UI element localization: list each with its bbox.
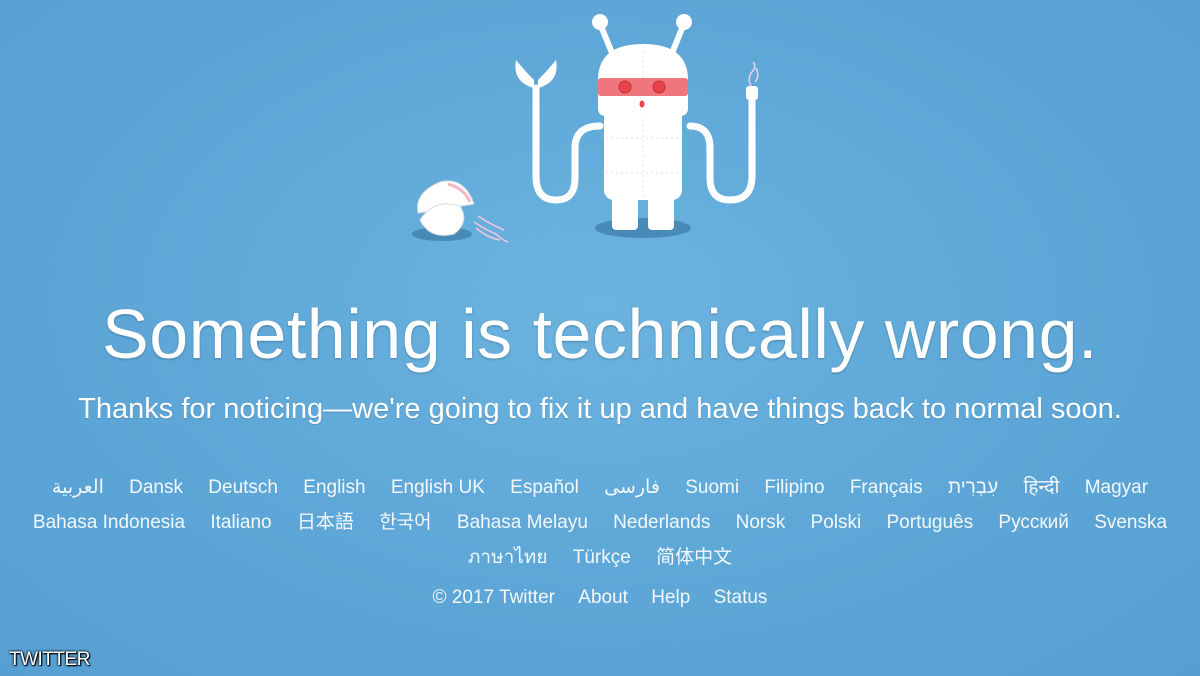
footer: © 2017 Twitter About Help Status	[0, 583, 1200, 613]
copyright: © 2017 Twitter	[432, 587, 555, 608]
language-link[interactable]: ภาษาไทย	[468, 547, 548, 568]
footer-help-link[interactable]: Help	[651, 587, 690, 608]
language-link[interactable]: Français	[850, 477, 923, 498]
language-link[interactable]: English	[303, 477, 365, 498]
language-link[interactable]: فارسی	[604, 477, 660, 498]
footer-about-link[interactable]: About	[578, 587, 628, 608]
language-link[interactable]: 简体中文	[656, 547, 732, 568]
broken-robot-illustration	[412, 14, 759, 243]
error-page: { "error": { "headline": "Something is t…	[0, 0, 1200, 676]
robot-eye-right	[652, 80, 666, 94]
robot-shadow	[595, 218, 691, 238]
language-link[interactable]: Bahasa Melayu	[457, 512, 588, 533]
language-link[interactable]: العربية	[52, 477, 104, 498]
language-link[interactable]: Deutsch	[208, 477, 278, 498]
antenna-right	[676, 14, 692, 30]
language-link[interactable]: Polski	[811, 512, 862, 533]
language-link[interactable]: Norsk	[736, 512, 786, 533]
left-arm	[532, 84, 604, 204]
left-leg	[612, 196, 638, 230]
language-link[interactable]: Русский	[998, 512, 1069, 533]
language-link[interactable]: Dansk	[129, 477, 183, 498]
language-link[interactable]: 日本語	[297, 512, 354, 533]
language-link[interactable]: English UK	[391, 477, 485, 498]
language-link[interactable]: Svenska	[1094, 512, 1167, 533]
footer-status-link[interactable]: Status	[714, 587, 768, 608]
error-subline: Thanks for noticing—we're going to fix i…	[78, 393, 1122, 425]
right-arm	[686, 96, 756, 204]
language-link[interactable]: Suomi	[685, 477, 739, 498]
robot-visor	[598, 78, 688, 96]
error-headline: Something is technically wrong.	[102, 295, 1098, 373]
language-link[interactable]: Español	[510, 477, 579, 498]
antenna-left	[592, 14, 608, 30]
language-link[interactable]: Bahasa Indonesia	[33, 512, 185, 533]
language-link[interactable]: Nederlands	[613, 512, 710, 533]
language-link[interactable]: Magyar	[1085, 477, 1148, 498]
language-link[interactable]: 한국어	[379, 512, 431, 533]
source-watermark: TWITTER	[9, 649, 90, 670]
robot-eye-left	[618, 80, 632, 94]
language-selector: العربية Dansk Deutsch English English UK…	[0, 470, 1200, 575]
claw-icon	[515, 60, 557, 88]
language-link[interactable]: Türkçe	[573, 547, 631, 568]
right-leg	[648, 196, 674, 230]
language-link[interactable]: हिन्दी	[1024, 477, 1060, 498]
language-link[interactable]: Português	[887, 512, 974, 533]
language-link[interactable]: עִבְרִית	[948, 477, 998, 498]
language-link[interactable]: Italiano	[210, 512, 271, 533]
robot-mouth	[639, 100, 645, 108]
language-link[interactable]: Filipino	[764, 477, 824, 498]
